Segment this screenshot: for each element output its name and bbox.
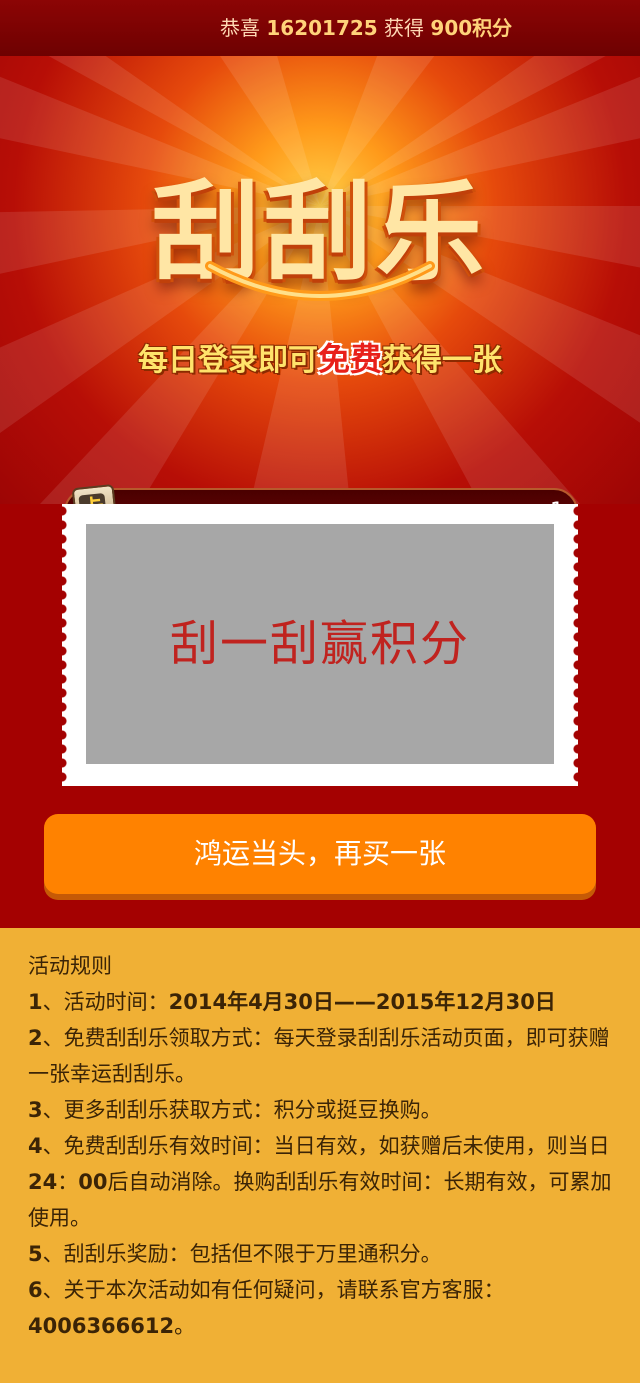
rule-number: 6 [28, 1278, 43, 1302]
rule-end: 。 [174, 1314, 196, 1338]
rule-number: 5 [28, 1242, 43, 1266]
slogan-part1: 每日登录即可 [137, 343, 318, 378]
ticker-user: 16201725 [266, 16, 378, 40]
rules-title: 活动规则 [28, 954, 112, 978]
rule-text: 活动时间： [63, 990, 169, 1014]
card-count-bar: 卡 1 [64, 483, 578, 504]
ticker-points: 900 [430, 16, 473, 40]
slogan-part2: 获得一张 [382, 343, 502, 378]
rule-item: 2、免费刮刮乐领取方式：每天登录刮刮乐活动页面，即可获赠一张幸运刮刮乐。 [28, 1020, 618, 1092]
rule-minute: 00 [78, 1170, 108, 1194]
smile-swoosh [205, 261, 435, 301]
rules-content: 活动规则 1、活动时间：2014年4月30日——2015年12月30日 2、免费… [28, 948, 618, 1344]
rule-sep: 、 [42, 1242, 64, 1266]
rule-text: 关于本次活动如有任何疑问，请联系官方客服： [63, 1278, 505, 1302]
card-icon-label: 卡 [78, 492, 108, 504]
winner-ticker: 恭喜 16201725 获得 900积分 [0, 0, 640, 56]
rule-text: 免费刮刮乐有效时间：当日有效，如获赠后未使用，则当日 [63, 1134, 610, 1158]
page: 恭喜 16201725 获得 900积分 刮刮乐 每日登录即可免费获得一张 刮一… [0, 0, 640, 1383]
rule-text: 免费刮刮乐领取方式：每天登录刮刮乐活动页面，即可获赠一张幸运刮刮乐。 [28, 1026, 610, 1086]
card-count: 1 [550, 490, 564, 504]
rule-sep: 、 [42, 990, 64, 1014]
rule-dates: 2014年4月30日——2015年12月30日 [168, 990, 556, 1014]
ticker-suffix: 积分 [472, 16, 513, 40]
rule-number: 4 [28, 1134, 43, 1158]
rule-number: 2 [28, 1026, 43, 1050]
buy-again-button[interactable]: 鸿运当头，再买一张 [44, 814, 596, 894]
scratch-area[interactable]: 刮一刮赢积分 [86, 524, 554, 764]
rule-item: 5、刮刮乐奖励：包括但不限于万里通积分。 [28, 1236, 618, 1272]
ticker-text: 恭喜 16201725 获得 900积分 [220, 0, 512, 56]
scratch-section: 刮一刮赢积分 鸿运当头，再买一张 [0, 504, 640, 928]
rule-text: 后自动消除。换购刮刮乐有效时间：长期有效，可累加使用。 [28, 1170, 612, 1230]
rule-text: 更多刮刮乐获取方式：积分或挺豆换购。 [63, 1098, 442, 1122]
rule-sep: 、 [42, 1098, 64, 1122]
daily-free-slogan: 每日登录即可免费获得一张 [80, 334, 560, 380]
rule-colon: ： [57, 1170, 79, 1194]
rule-sep: 、 [42, 1026, 64, 1050]
rule-hour: 24 [28, 1170, 58, 1194]
rule-item: 4、免费刮刮乐有效时间：当日有效，如获赠后未使用，则当日24：00后自动消除。换… [28, 1128, 618, 1236]
rule-sep: 、 [42, 1278, 64, 1302]
ticker-middle: 获得 [384, 16, 425, 40]
rule-number: 3 [28, 1098, 43, 1122]
rule-text: 刮刮乐奖励：包括但不限于万里通积分。 [63, 1242, 442, 1266]
service-phone[interactable]: 4006366612 [28, 1314, 174, 1338]
rule-item: 1、活动时间：2014年4月30日——2015年12月30日 [28, 984, 618, 1020]
ticker-prefix: 恭喜 [220, 16, 260, 40]
rule-number: 1 [28, 990, 43, 1014]
card-icon: 卡 [71, 483, 119, 504]
rule-sep: 、 [42, 1134, 64, 1158]
hero-banner: 刮刮乐 每日登录即可免费获得一张 卡 1 [0, 56, 640, 504]
rule-item: 6、关于本次活动如有任何疑问，请联系官方客服： 4006366612。 [28, 1272, 618, 1344]
scratch-prompt: 刮一刮赢积分 [169, 616, 470, 672]
scratch-ticket: 刮一刮赢积分 [57, 504, 583, 786]
rules-section: 活动规则 1、活动时间：2014年4月30日——2015年12月30日 2、免费… [0, 928, 640, 1383]
rule-item: 3、更多刮刮乐获取方式：积分或挺豆换购。 [28, 1092, 618, 1128]
slogan-free: 免费 [317, 340, 382, 378]
